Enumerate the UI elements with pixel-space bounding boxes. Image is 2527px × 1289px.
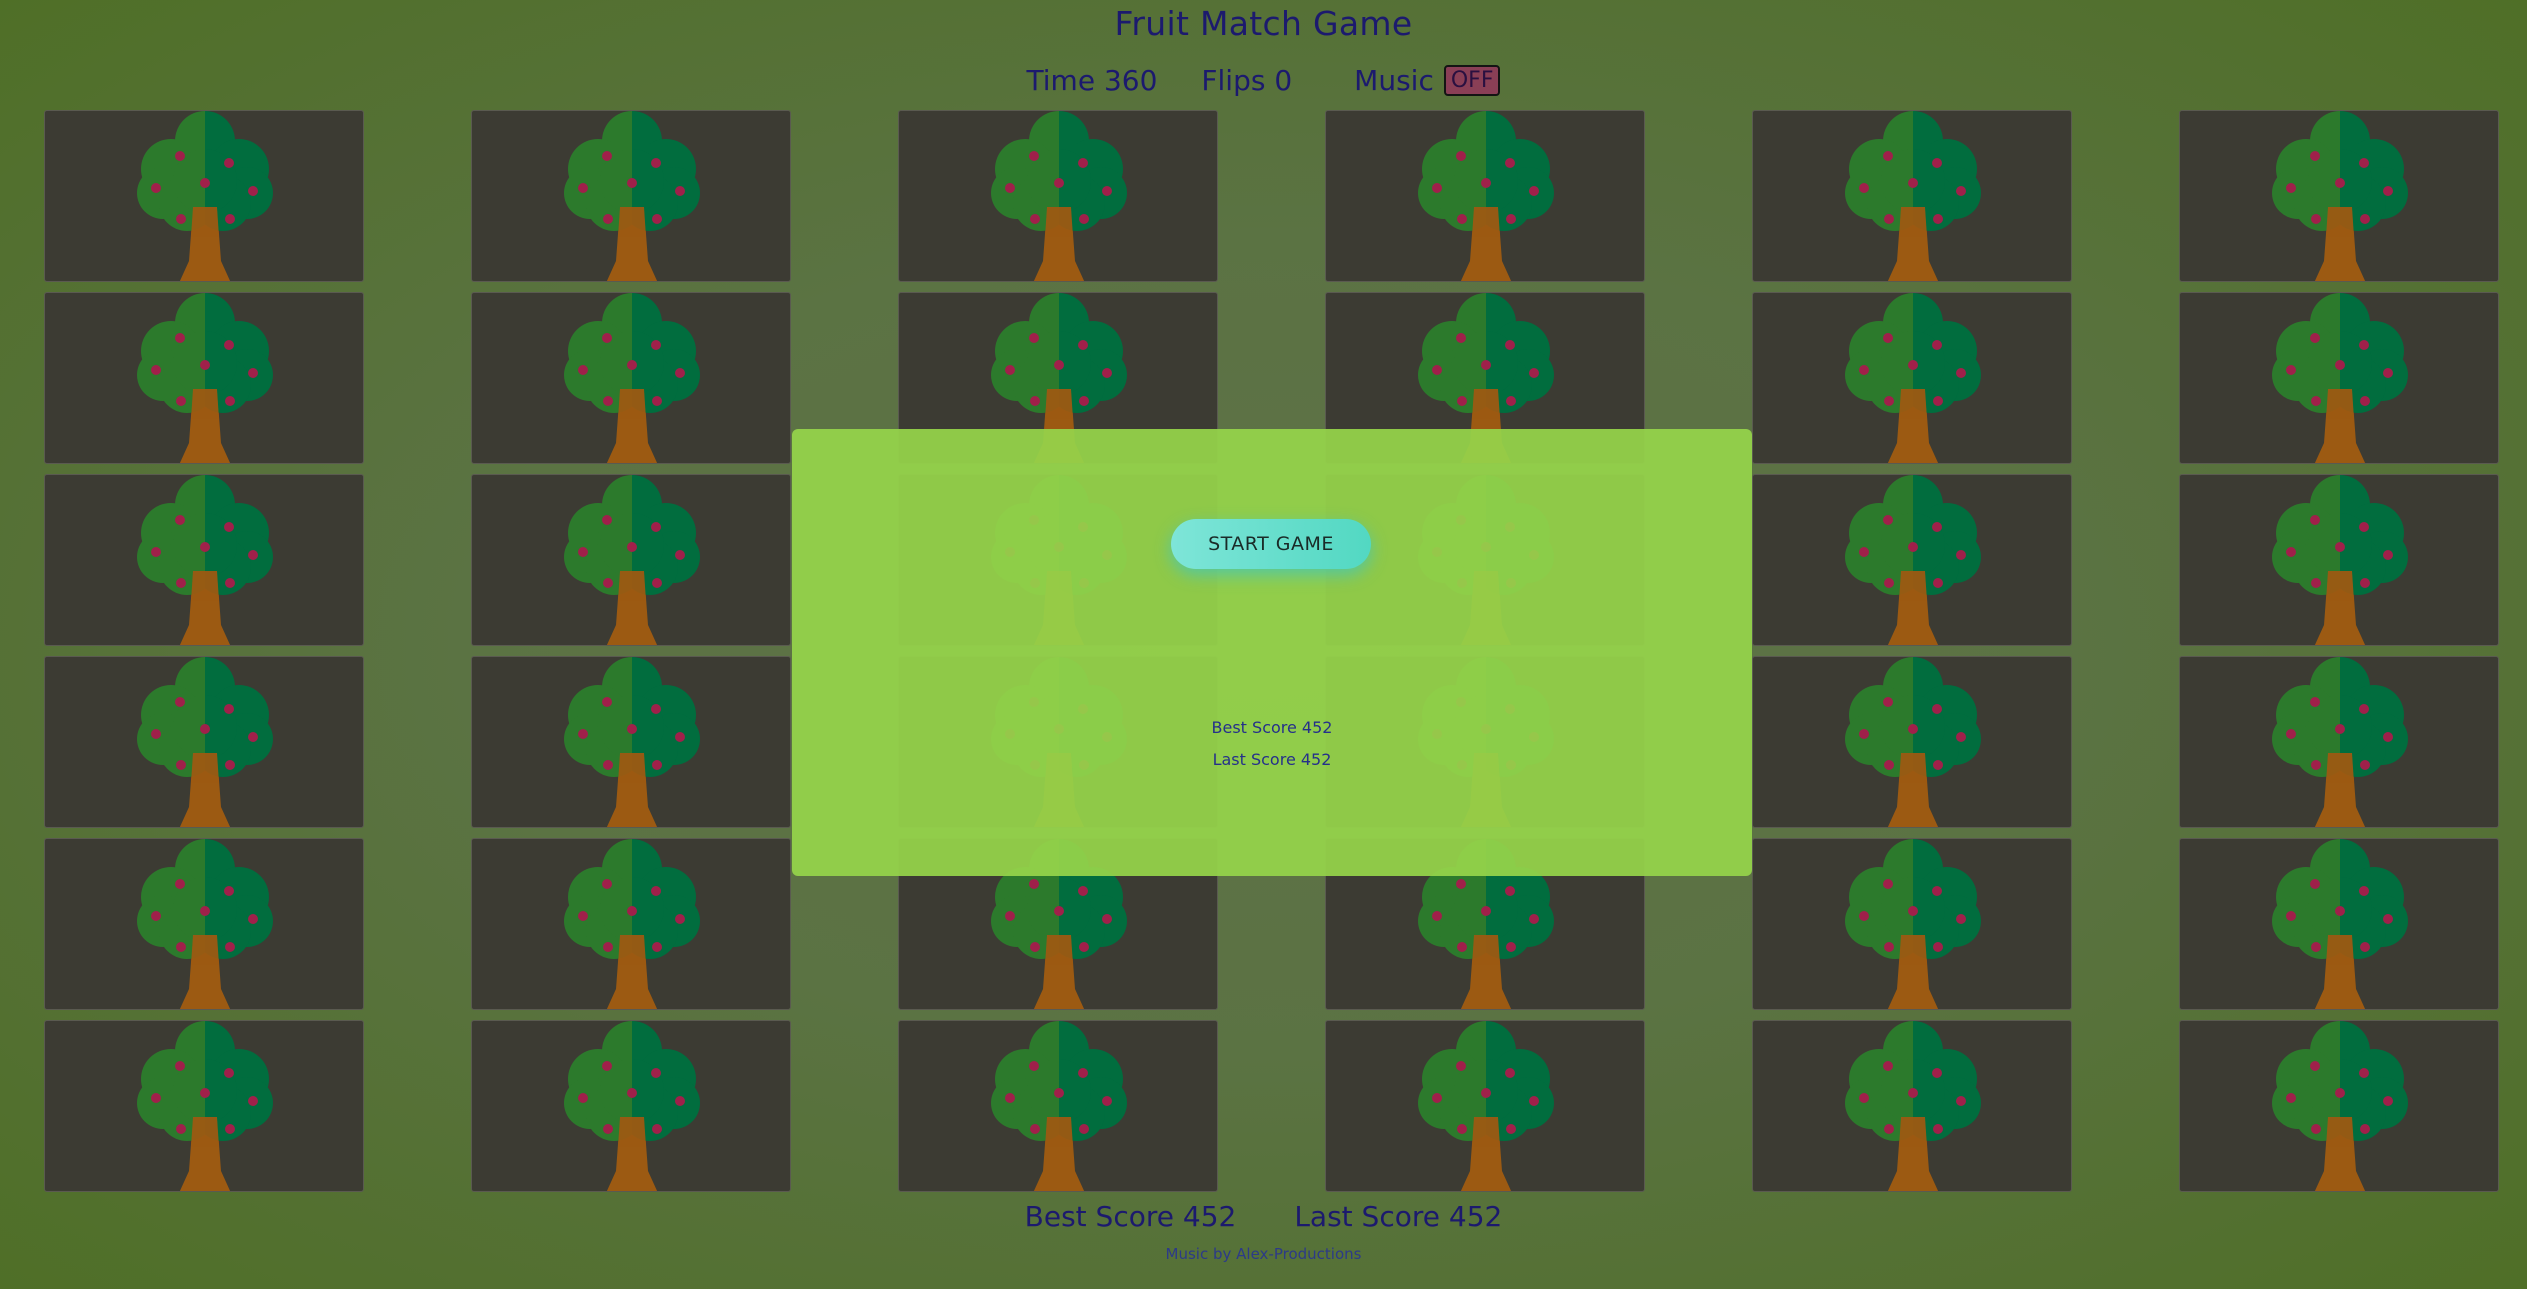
memory-card[interactable] <box>898 1020 1218 1192</box>
memory-card[interactable] <box>44 110 364 282</box>
memory-card[interactable] <box>471 1020 791 1192</box>
flips-label: Flips <box>1201 64 1266 97</box>
memory-card[interactable] <box>1325 1020 1645 1192</box>
memory-card[interactable] <box>2179 474 2499 646</box>
music-label: Music <box>1354 64 1434 97</box>
memory-card[interactable] <box>44 292 364 464</box>
memory-card[interactable] <box>1752 292 2072 464</box>
game-title: Fruit Match Game <box>1114 4 1413 43</box>
memory-card[interactable] <box>1325 110 1645 282</box>
memory-card[interactable] <box>471 838 791 1010</box>
memory-card[interactable] <box>44 838 364 1010</box>
start-overlay: START GAME Best Score 452 Last Score 452 <box>792 429 1752 876</box>
timer: Time 360 <box>1027 64 1158 97</box>
memory-card[interactable] <box>1752 474 2072 646</box>
music-toggle-button[interactable]: OFF <box>1443 65 1501 96</box>
memory-card[interactable] <box>1752 838 2072 1010</box>
memory-card[interactable] <box>471 292 791 464</box>
memory-card[interactable] <box>2179 656 2499 828</box>
memory-card[interactable] <box>44 1020 364 1192</box>
memory-card[interactable] <box>44 656 364 828</box>
memory-card[interactable] <box>1752 110 2072 282</box>
memory-card[interactable] <box>471 474 791 646</box>
memory-card[interactable] <box>898 110 1218 282</box>
flips-value: 0 <box>1274 64 1293 97</box>
memory-card[interactable] <box>1752 656 2072 828</box>
memory-card[interactable] <box>2179 1020 2499 1192</box>
best-score: Best Score 452 <box>1024 1200 1237 1233</box>
music-control: Music OFF <box>1354 64 1501 97</box>
stats-bar: Time 360 Flips 0 Music OFF <box>0 64 2527 97</box>
time-label: Time <box>1026 64 1096 97</box>
memory-card[interactable] <box>2179 838 2499 1010</box>
music-credit: Music by Alex-Productions <box>1165 1245 1362 1263</box>
start-game-button[interactable]: START GAME <box>1171 519 1371 569</box>
last-score: Last Score 452 <box>1294 1200 1503 1233</box>
overlay-last-score: Last Score 452 <box>1212 750 1332 769</box>
overlay-best-score: Best Score 452 <box>1211 718 1333 737</box>
memory-card[interactable] <box>44 474 364 646</box>
memory-card[interactable] <box>1752 1020 2072 1192</box>
memory-card[interactable] <box>471 110 791 282</box>
memory-card[interactable] <box>2179 110 2499 282</box>
score-footer: Best Score 452 Last Score 452 <box>0 1200 2527 1233</box>
memory-card[interactable] <box>2179 292 2499 464</box>
flip-counter: Flips 0 <box>1201 64 1292 97</box>
time-value: 360 <box>1103 64 1158 97</box>
memory-card[interactable] <box>471 656 791 828</box>
